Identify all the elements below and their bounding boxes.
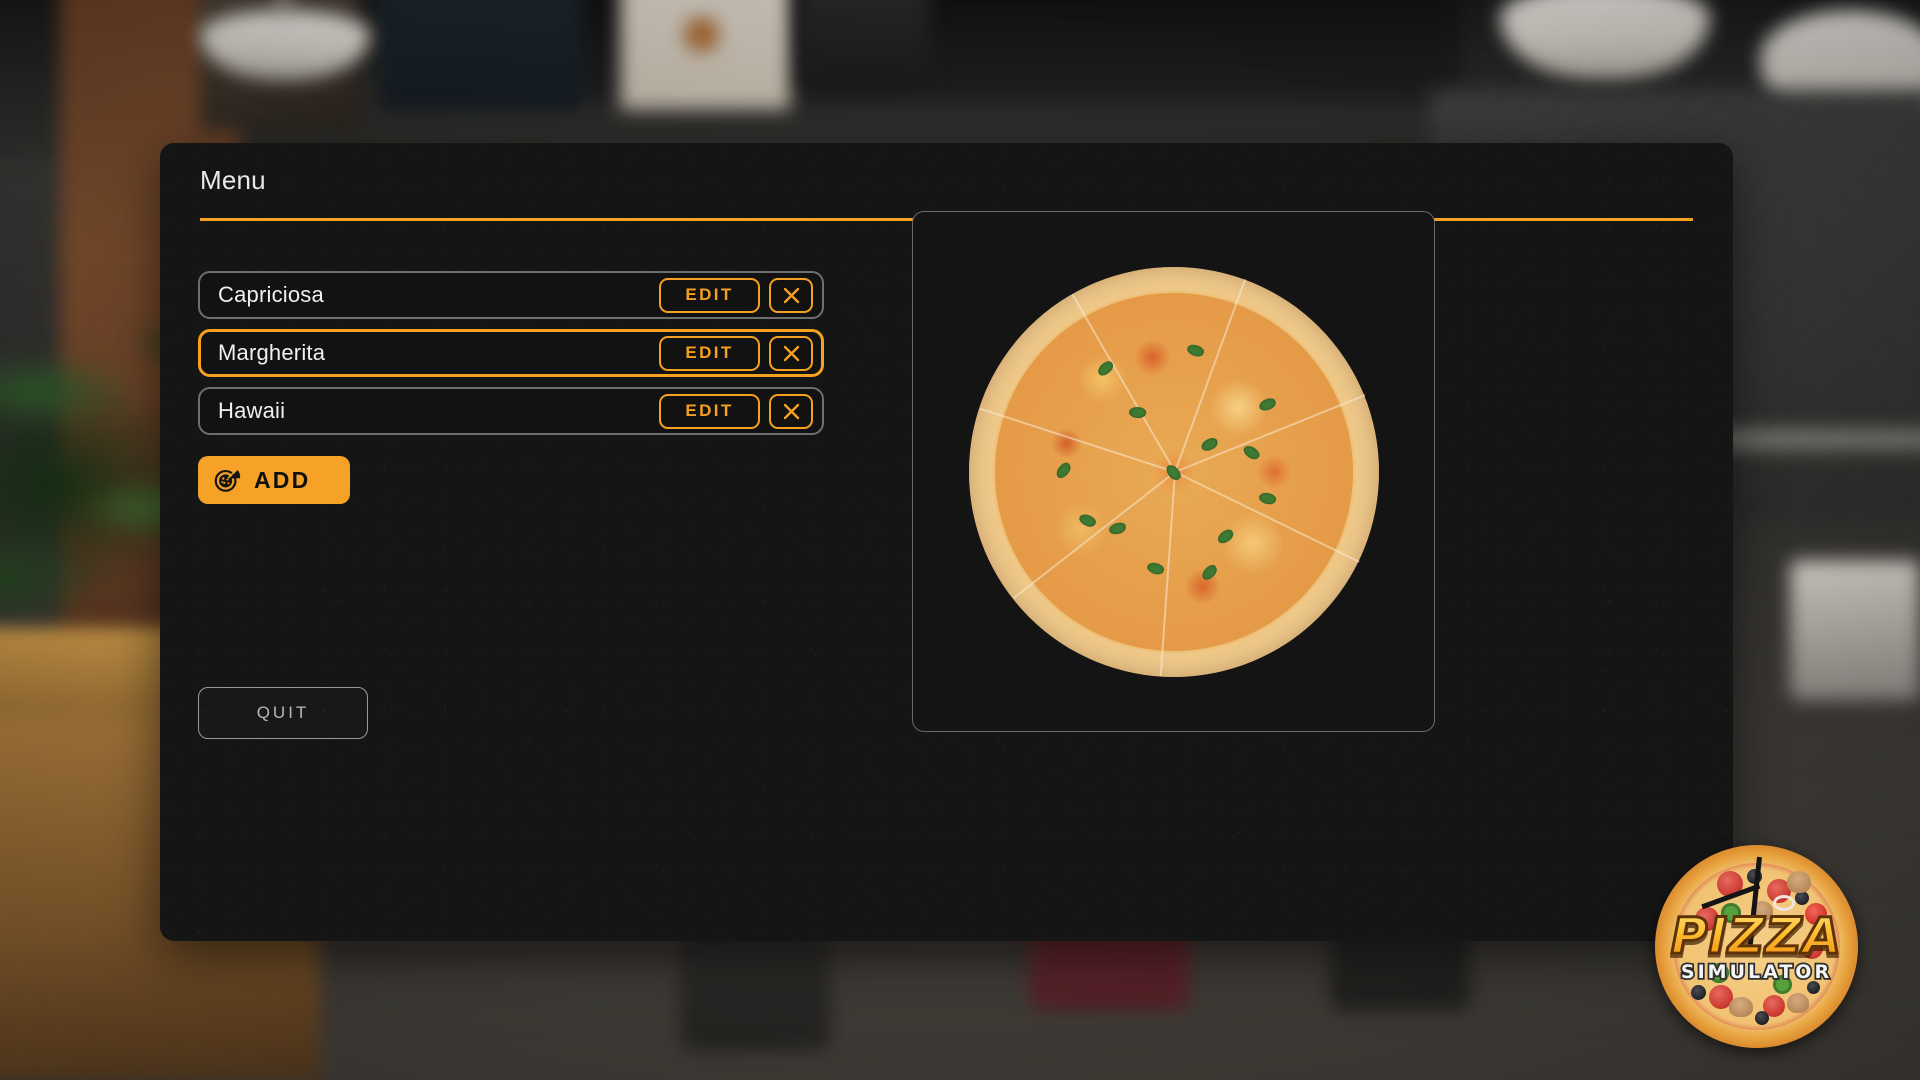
delete-button-margherita[interactable] (769, 335, 813, 371)
add-menu-item-button[interactable]: ADD (198, 456, 350, 504)
pizza-slice-icon (212, 464, 242, 497)
logo-title: PIZZA (1655, 906, 1858, 967)
menu-item-list: Capriciosa EDIT Margherita EDIT Hawaii E… (198, 271, 824, 445)
delete-button-capriciosa[interactable] (769, 277, 813, 313)
logo-topping-mushroom (1729, 997, 1753, 1017)
delete-button-hawaii[interactable] (769, 393, 813, 429)
pizza-preview-image (968, 266, 1379, 677)
close-icon (782, 402, 801, 421)
logo-topping-olive (1691, 985, 1706, 1000)
edit-button-margherita[interactable]: EDIT (659, 335, 760, 371)
menu-item-row-margherita[interactable]: Margherita EDIT (198, 329, 824, 377)
edit-button-hawaii[interactable]: EDIT (659, 393, 760, 429)
add-button-label: ADD (254, 466, 311, 493)
menu-item-name: Margherita (218, 340, 326, 365)
logo-topping-mushroom (1787, 871, 1811, 893)
pizza-preview-panel (912, 211, 1435, 732)
logo-topping-olive (1795, 891, 1809, 905)
menu-item-row-capriciosa[interactable]: Capriciosa EDIT (198, 271, 824, 319)
logo-subtitle: SIMULATOR (1679, 959, 1833, 985)
edit-button-capriciosa[interactable]: EDIT (659, 277, 760, 313)
close-icon (782, 286, 801, 305)
menu-item-name: Capriciosa (218, 282, 324, 307)
game-logo: PIZZA SIMULATOR (1655, 845, 1858, 1048)
page-title: Menu (200, 165, 266, 195)
logo-topping-mushroom (1787, 993, 1809, 1013)
menu-panel: Menu Capriciosa EDIT Margherita EDIT Haw… (160, 143, 1733, 941)
menu-item-row-hawaii[interactable]: Hawaii EDIT (198, 387, 824, 435)
menu-item-name: Hawaii (218, 398, 286, 423)
logo-topping-olive (1755, 1011, 1769, 1025)
close-icon (782, 344, 801, 363)
quit-button[interactable]: QUIT (198, 687, 368, 739)
